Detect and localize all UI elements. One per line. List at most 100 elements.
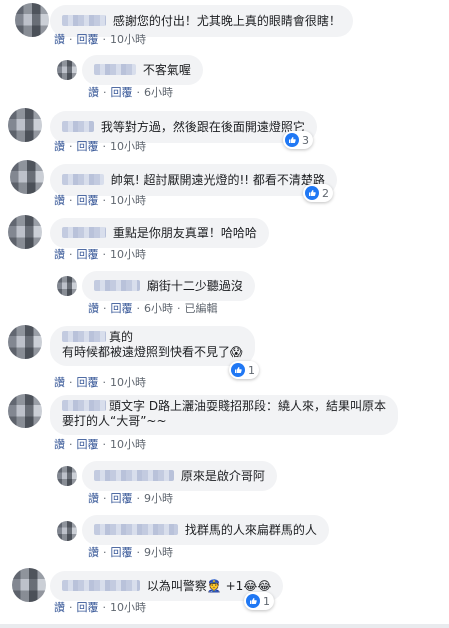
reply-link[interactable]: 回覆: [77, 601, 99, 614]
comment-actions: 讚 · 回覆 · 10小時: [54, 140, 146, 153]
like-link[interactable]: 讚: [88, 492, 99, 505]
like-link[interactable]: 讚: [54, 248, 65, 261]
edited-label[interactable]: 已編輯: [185, 302, 218, 315]
avatar[interactable]: [57, 466, 77, 486]
reply-link[interactable]: 回覆: [111, 546, 133, 559]
like-link[interactable]: 讚: [54, 376, 65, 389]
comment-actions: 讚 · 回覆 · 10小時: [54, 376, 146, 389]
reply-link[interactable]: 回覆: [77, 140, 99, 153]
timestamp[interactable]: 9小時: [144, 492, 173, 505]
comment-actions: 讚 · 回覆 · 10小時: [54, 33, 146, 46]
comment-bubble: 頭文字 D路上灑油耍賤招那段：繞人來，結果叫原本 要打的人“大哥”~~: [50, 395, 399, 435]
reaction-count[interactable]: 1: [244, 592, 274, 610]
like-icon: [305, 186, 319, 200]
reaction-count[interactable]: 3: [283, 131, 313, 149]
commenter-name[interactable]: [62, 227, 106, 238]
timestamp[interactable]: 10小時: [110, 248, 146, 261]
commenter-name[interactable]: [94, 280, 140, 291]
commenter-name[interactable]: [62, 331, 106, 342]
comment-suffix: +1: [225, 579, 244, 593]
comment-actions: 讚 · 回覆 · 10小時: [54, 248, 146, 261]
like-link[interactable]: 讚: [54, 601, 65, 614]
like-icon: [231, 363, 245, 377]
reply-bubble: 不客氣喔: [82, 55, 203, 85]
reply-bubble: 找群馬的人來扁群馬的人: [82, 515, 329, 545]
comment-text-line-2: 要打的人“大哥”~~: [62, 414, 167, 428]
avatar[interactable]: [10, 160, 44, 194]
like-link[interactable]: 讚: [88, 86, 99, 99]
commenter-name[interactable]: [62, 400, 106, 411]
comment-text: 我等對方過，然後跟在後面開遠燈照它: [100, 120, 305, 134]
like-link[interactable]: 讚: [54, 33, 65, 46]
like-link[interactable]: 讚: [88, 302, 99, 315]
reply-link[interactable]: 回覆: [111, 302, 133, 315]
timestamp[interactable]: 6小時: [144, 86, 173, 99]
timestamp[interactable]: 9小時: [144, 546, 173, 559]
comment-actions: 讚 · 回覆 · 6小時 · 已編輯: [88, 302, 218, 315]
comment-text-line-1: 頭文字 D路上灑油耍賤招那段：繞人來，結果叫原本: [109, 399, 387, 413]
commenter-name[interactable]: [62, 174, 104, 185]
timestamp[interactable]: 10小時: [110, 601, 146, 614]
comment-text: 原來是啟介哥阿: [180, 469, 265, 483]
comment-bubble: 重點是你朋友真罩！哈哈哈: [50, 218, 269, 248]
reaction-count[interactable]: 1: [229, 361, 259, 379]
comment-actions: 讚 · 回覆 · 10小時: [54, 438, 146, 451]
reply-bubble: 原來是啟介哥阿: [82, 461, 277, 491]
comment-text: 不客氣喔: [142, 63, 191, 77]
laughing-emoji-icon: 😂: [243, 579, 258, 593]
comment-text-line-2: 有時候都被遠燈照到快看不見了: [62, 345, 231, 359]
like-icon: [246, 594, 260, 608]
comment-text: 廟街十二少聽過沒: [146, 279, 243, 293]
reply-link[interactable]: 回覆: [77, 376, 99, 389]
avatar[interactable]: [12, 568, 46, 602]
comment-bubble: 真的 有時候都被遠燈照到快看不見了😱: [50, 326, 255, 366]
comment-text-line-1: 真的: [109, 330, 134, 344]
comment-actions: 讚 · 回覆 · 10小時: [54, 601, 146, 614]
timestamp[interactable]: 10小時: [110, 194, 146, 207]
reply-bubble: 廟街十二少聽過沒: [82, 271, 255, 301]
reply-link[interactable]: 回覆: [111, 492, 133, 505]
laughing-emoji-icon: 😂: [257, 579, 272, 593]
avatar[interactable]: [15, 3, 49, 37]
reply-link[interactable]: 回覆: [77, 438, 99, 451]
commenter-name[interactable]: [94, 64, 136, 75]
comment-text: 以為叫警察: [146, 579, 207, 593]
reply-link[interactable]: 回覆: [77, 248, 99, 261]
like-link[interactable]: 讚: [54, 194, 65, 207]
reply-link[interactable]: 回覆: [77, 194, 99, 207]
commenter-name[interactable]: [62, 580, 140, 591]
avatar[interactable]: [57, 521, 77, 541]
reply-link[interactable]: 回覆: [77, 33, 99, 46]
comment-text: 重點是你朋友真罩！哈哈哈: [112, 226, 257, 240]
commenter-name[interactable]: [62, 121, 94, 132]
comment-text: 感謝您的付出！尤其晚上真的眼睛會很瞎！: [112, 14, 341, 28]
comment-text: 帥氣! 超討厭開遠光燈的!! 都看不清楚路: [110, 173, 325, 187]
timestamp[interactable]: 6小時: [144, 302, 173, 315]
comment-actions: 讚 · 回覆 · 6小時: [88, 86, 173, 99]
timestamp[interactable]: 10小時: [110, 33, 146, 46]
commenter-name[interactable]: [62, 15, 106, 26]
scream-emoji-icon: 😱: [230, 345, 243, 359]
commenter-name[interactable]: [94, 470, 174, 481]
avatar[interactable]: [8, 215, 42, 249]
avatar[interactable]: [57, 276, 77, 296]
avatar[interactable]: [8, 325, 42, 359]
next-comment-edge: [0, 624, 449, 628]
commenter-name[interactable]: [94, 524, 178, 535]
comment-actions: 讚 · 回覆 · 9小時: [88, 546, 173, 559]
reply-link[interactable]: 回覆: [111, 86, 133, 99]
timestamp[interactable]: 10小時: [110, 438, 146, 451]
police-officer-emoji-icon: 👮: [206, 579, 222, 593]
avatar[interactable]: [8, 108, 42, 142]
reaction-count[interactable]: 2: [303, 184, 333, 202]
timestamp[interactable]: 10小時: [110, 140, 146, 153]
like-link[interactable]: 讚: [54, 140, 65, 153]
like-link[interactable]: 讚: [54, 438, 65, 451]
comment-actions: 讚 · 回覆 · 10小時: [54, 194, 146, 207]
comment-actions: 讚 · 回覆 · 9小時: [88, 492, 173, 505]
like-icon: [285, 133, 299, 147]
avatar[interactable]: [8, 394, 42, 428]
avatar[interactable]: [57, 60, 77, 80]
timestamp[interactable]: 10小時: [110, 376, 146, 389]
like-link[interactable]: 讚: [88, 546, 99, 559]
